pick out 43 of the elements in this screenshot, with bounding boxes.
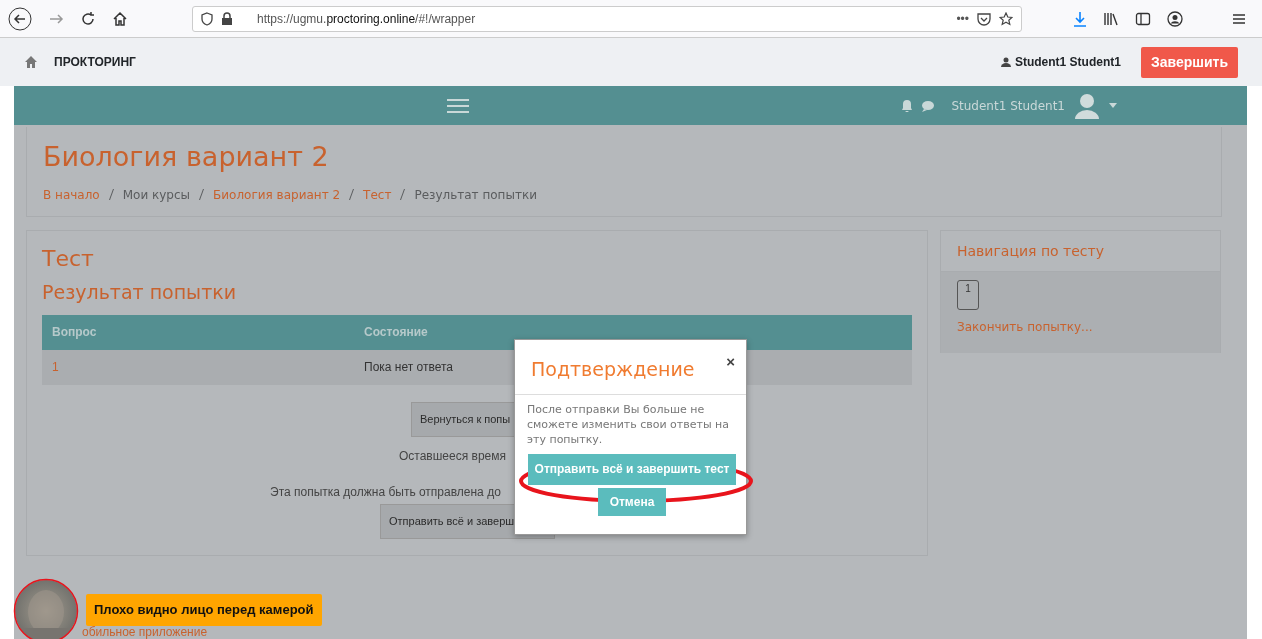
library-icon[interactable]: [1103, 10, 1119, 27]
brand-name[interactable]: ПРОКТОРИНГ: [54, 53, 136, 71]
menu-icon[interactable]: [1232, 11, 1246, 26]
question-link[interactable]: 1: [42, 358, 364, 377]
sidebar-icon[interactable]: [1135, 10, 1151, 27]
app-download-link[interactable]: обильное приложение: [82, 626, 208, 639]
download-icon[interactable]: [1073, 10, 1087, 27]
breadcrumb-link[interactable]: В начало: [43, 185, 100, 204]
reload-icon[interactable]: [80, 10, 96, 27]
confirm-submit-button[interactable]: Отправить всё и завершить тест: [528, 453, 736, 485]
breadcrumb-item: Мои курсы: [122, 186, 191, 204]
user-name[interactable]: Student1 Student1: [951, 96, 1065, 115]
camera-warning-toast: Плохо видно лицо перед камерой: [86, 594, 322, 626]
avatar-icon: [1073, 92, 1101, 119]
back-icon[interactable]: [8, 6, 32, 31]
table-cell-text: Пока нет ответа: [364, 359, 453, 377]
account-icon[interactable]: [1167, 10, 1183, 27]
column-header: Состояние: [364, 324, 428, 342]
breadcrumb-link[interactable]: Тест: [363, 185, 392, 204]
lock-icon: [221, 11, 233, 26]
address-bar[interactable]: https://ugmu.proctoring.online/#!/wrapper •••: [192, 5, 1022, 32]
deadline-text: Эта попытка должна быть отправлена до: [270, 484, 501, 501]
remaining-time-label: Оставшееся время: [399, 448, 507, 465]
cancel-button[interactable]: Отмена: [598, 487, 666, 516]
home-icon[interactable]: [112, 10, 128, 27]
user-icon: [1000, 57, 1011, 67]
finish-attempt-link[interactable]: Закончить попытку...: [957, 318, 1093, 336]
pocket-icon[interactable]: [977, 11, 991, 26]
finish-button[interactable]: Завершить: [1140, 46, 1238, 78]
star-icon[interactable]: [999, 11, 1013, 26]
column-header: Вопрос: [51, 324, 98, 342]
quiz-title: Тест: [42, 246, 95, 273]
close-button[interactable]: ×: [725, 353, 736, 370]
user-name: Student1 Student1: [1014, 54, 1121, 71]
quiz-subtitle: Результат попытки: [42, 280, 238, 306]
question-button[interactable]: 1: [957, 280, 979, 310]
breadcrumb-link[interactable]: Биология вариант 2: [213, 185, 341, 204]
shield-icon: [201, 11, 213, 26]
url-text: https://ugmu.proctoring.online/#!/wrapper: [257, 10, 477, 28]
breadcrumb-item: Результат попытки: [414, 186, 537, 204]
more-button[interactable]: •••: [956, 9, 969, 28]
page-title: Биология вариант 2: [43, 140, 330, 174]
modal-title: Подтверждение: [531, 357, 695, 382]
